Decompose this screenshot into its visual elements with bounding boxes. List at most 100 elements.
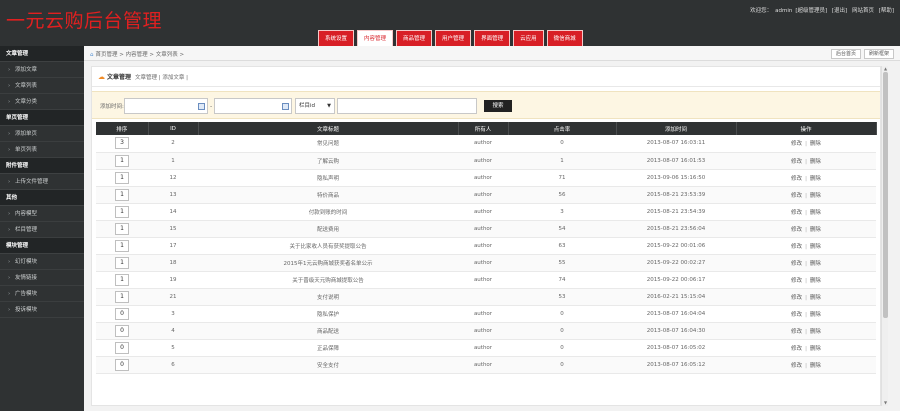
delete-link[interactable]: 删除 (810, 210, 821, 216)
edit-link[interactable]: 修改 (791, 244, 802, 250)
scroll-thumb[interactable] (883, 72, 888, 318)
edit-link[interactable]: 修改 (791, 278, 802, 284)
sidebar-item-uploaded-files[interactable]: › 上传文件管理 (0, 174, 84, 190)
edit-link[interactable]: 修改 (791, 312, 802, 318)
column-header-time[interactable]: 添加时间 (616, 122, 737, 135)
title-cell: 常见问题 (198, 135, 458, 153)
nav-content-management[interactable]: 内容管理 (357, 30, 394, 46)
edit-link[interactable]: 修改 (791, 261, 802, 267)
id-cell: 19 (148, 271, 198, 289)
sort-order-input[interactable]: 1 (115, 205, 129, 218)
sort-order-input[interactable]: 1 (115, 290, 129, 303)
sort-order-input[interactable]: 3 (115, 137, 129, 150)
sort-cell: 0 (96, 356, 148, 374)
sort-cell: 1 (96, 237, 148, 255)
sidebar-item-ads[interactable]: › 广告模块 (0, 286, 84, 302)
logout-link[interactable]: [退出] (832, 8, 847, 14)
nav-user-management[interactable]: 用户管理 (435, 30, 472, 46)
column-select[interactable]: 栏目id ▼ (295, 98, 335, 114)
sidebar-item-complaints[interactable]: › 投诉模块 (0, 302, 84, 318)
nav-system-settings[interactable]: 系统设置 (318, 30, 355, 46)
edit-link[interactable]: 修改 (791, 159, 802, 165)
delete-link[interactable]: 删除 (810, 295, 821, 301)
sidebar-item-column-management[interactable]: › 栏目管理 (0, 222, 84, 238)
column-header-id[interactable]: ID (148, 122, 199, 135)
sort-order-input[interactable]: 1 (115, 154, 129, 167)
panel-sub-links[interactable]: 文章管理 | 添加文章 | (135, 75, 188, 81)
nav-cloud-apps[interactable]: 云应用 (513, 30, 544, 46)
edit-link[interactable]: 修改 (791, 295, 802, 301)
time-cell: 2013-08-07 16:04:04 (616, 305, 736, 323)
time-cell: 2016-02-21 15:15:04 (616, 288, 736, 306)
edit-link[interactable]: 修改 (791, 227, 802, 233)
keyword-input[interactable] (337, 98, 477, 114)
sort-order-input[interactable]: 1 (115, 222, 129, 235)
column-header-title[interactable]: 文章标题 (198, 122, 459, 135)
site-home-link[interactable]: 网站首页 (852, 8, 874, 14)
edit-link[interactable]: 修改 (791, 329, 802, 335)
sidebar-item-add-article[interactable]: › 添加文章 (0, 62, 84, 78)
nav-product-management[interactable]: 商品管理 (396, 30, 433, 46)
edit-link[interactable]: 修改 (791, 363, 802, 369)
sidebar-item-add-page[interactable]: › 添加单页 (0, 126, 84, 142)
chevron-right-icon: › (8, 307, 11, 313)
table-body: 3 2 常见问题 author 0 2013-08-07 16:03:11 修改 | 删除 1 1 了… (96, 135, 876, 374)
owner-cell: author (458, 220, 508, 238)
action-separator: | (805, 226, 807, 233)
scroll-down-arrow-icon[interactable]: ▼ (882, 400, 889, 406)
delete-link[interactable]: 删除 (810, 363, 821, 369)
column-header-sort[interactable]: 排序 (96, 122, 149, 135)
sort-order-input[interactable]: 1 (115, 239, 129, 252)
edit-link[interactable]: 修改 (791, 193, 802, 199)
chevron-right-icon: › (8, 83, 11, 89)
delete-link[interactable]: 删除 (810, 346, 821, 352)
admin-home-button[interactable]: 后台首页 (830, 49, 861, 59)
sort-order-input[interactable]: 0 (115, 341, 129, 354)
nav-wechat-mall[interactable]: 微信商城 (546, 30, 583, 46)
sort-order-input[interactable]: 1 (115, 188, 129, 201)
sort-order-input[interactable]: 0 (115, 307, 129, 320)
calendar-icon[interactable] (198, 103, 205, 110)
delete-link[interactable]: 删除 (810, 141, 821, 147)
time-cell: 2015-09-22 00:02:27 (616, 254, 736, 272)
refresh-frame-button[interactable]: 刷新框架 (863, 49, 894, 59)
sort-order-input[interactable]: 1 (115, 171, 129, 184)
delete-link[interactable]: 删除 (810, 227, 821, 233)
hits-cell: 0 (508, 322, 616, 340)
edit-link[interactable]: 修改 (791, 141, 802, 147)
search-button[interactable]: 搜索 (484, 100, 512, 112)
nav-interface-management[interactable]: 界面管理 (474, 30, 511, 46)
delete-link[interactable]: 删除 (810, 278, 821, 284)
help-link[interactable]: [帮助] (879, 8, 894, 14)
sort-order-input[interactable]: 0 (115, 358, 129, 371)
delete-link[interactable]: 删除 (810, 176, 821, 182)
hits-cell: 53 (508, 288, 616, 306)
delete-link[interactable]: 删除 (810, 159, 821, 165)
sidebar-item-friend-links[interactable]: › 友情链接 (0, 270, 84, 286)
delete-link[interactable]: 删除 (810, 244, 821, 250)
delete-link[interactable]: 删除 (810, 261, 821, 267)
hits-cell: 54 (508, 220, 616, 238)
vertical-scrollbar[interactable]: ▲ ▼ (881, 66, 888, 406)
column-header-owner[interactable]: 所有人 (458, 122, 509, 135)
start-date-input[interactable] (124, 98, 208, 114)
sidebar-item-article-categories[interactable]: › 文章分类 (0, 94, 84, 110)
sort-order-input[interactable]: 1 (115, 273, 129, 286)
user-info: 欢迎您： admin [超级管理员] [退出] 网站首页 [帮助] (747, 6, 894, 14)
edit-link[interactable]: 修改 (791, 176, 802, 182)
delete-link[interactable]: 删除 (810, 329, 821, 335)
column-header-hits[interactable]: 点击率 (508, 122, 617, 135)
sidebar-item-content-model[interactable]: › 内容模型 (0, 206, 84, 222)
sidebar-item-article-list[interactable]: › 文章列表 (0, 78, 84, 94)
sort-order-input[interactable]: 1 (115, 256, 129, 269)
sidebar-item-slideshow[interactable]: › 幻灯模块 (0, 254, 84, 270)
delete-link[interactable]: 删除 (810, 312, 821, 318)
end-date-input[interactable] (214, 98, 292, 114)
edit-link[interactable]: 修改 (791, 346, 802, 352)
sort-order-input[interactable]: 0 (115, 324, 129, 337)
edit-link[interactable]: 修改 (791, 210, 802, 216)
sidebar-item-page-list[interactable]: › 单页列表 (0, 142, 84, 158)
delete-link[interactable]: 删除 (810, 193, 821, 199)
calendar-icon[interactable] (282, 103, 289, 110)
home-icon[interactable]: ⌂ (90, 52, 94, 58)
